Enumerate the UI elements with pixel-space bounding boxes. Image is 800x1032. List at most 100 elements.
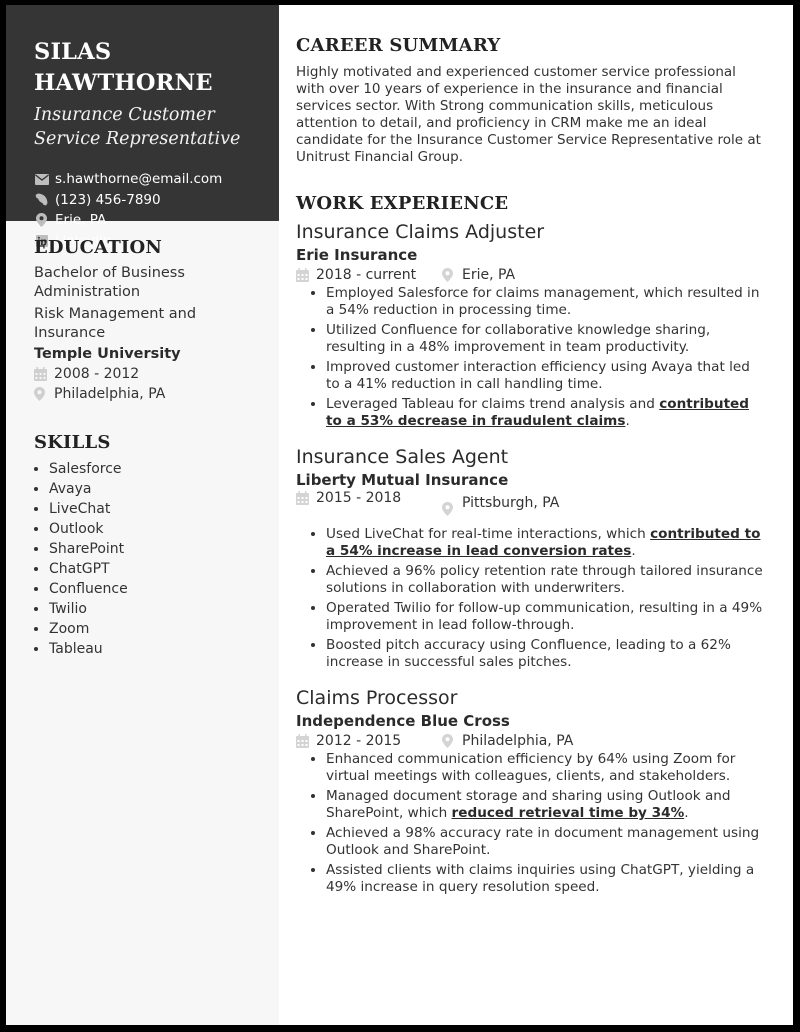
contact-email: s.hawthorne@email.com (34, 169, 259, 190)
job-meta: 2012 - 2015 Philadelphia, PA (296, 731, 765, 751)
title-line-1: Insurance Customer (34, 105, 215, 125)
job-bullet: Leveraged Tableau for claims trend analy… (326, 396, 765, 430)
map-pin-icon (34, 213, 49, 228)
envelope-icon (34, 172, 49, 186)
education-section: EDUCATION Bachelor of Business Administr… (34, 237, 259, 404)
bullet-highlight: reduced retrieval time by 34% (451, 805, 685, 821)
job-dates-text: 2015 - 2018 (316, 490, 402, 506)
job-dates-text: 2018 - current (316, 267, 417, 283)
job-bullet: Boosted pitch accuracy using Confluence,… (326, 637, 765, 671)
job-location: Erie, PA (442, 267, 515, 283)
skill-item: Salesforce (49, 459, 259, 479)
bullet-text-end: . (684, 805, 689, 821)
job-location-text: Pittsburgh, PA (462, 495, 560, 511)
education-dates: 2008 - 2012 (34, 364, 259, 384)
map-pin-icon (34, 387, 48, 401)
candidate-name: SILAS HAWTHORNE (34, 37, 259, 99)
job-bullet: Employed Salesforce for claims managemen… (326, 285, 765, 319)
title-line-2: Service Representative (34, 129, 241, 149)
job-bullet: Used LiveChat for real-time interactions… (326, 526, 765, 560)
jobs-list: Insurance Claims Adjuster Erie Insurance 2… (296, 220, 765, 896)
bullet-text: Utilized Confluence for collaborative kn… (326, 322, 711, 355)
job-entry: Claims Processor Independence Blue Cross 2… (296, 686, 765, 896)
bullet-text-end: . (625, 413, 630, 429)
contact-phone: (123) 456-7890 (34, 190, 259, 211)
job-dates: 2018 - current (296, 267, 442, 283)
education-major: Risk Management and Insurance (34, 306, 197, 341)
skill-item: Tableau (49, 639, 259, 659)
skills-heading: SKILLS (34, 432, 111, 453)
skill-item: SharePoint (49, 539, 259, 559)
job-meta: 2018 - current Erie, PA (296, 265, 765, 285)
job-meta: 2015 - 2018 Pittsburgh, PA (296, 490, 765, 526)
job-title: Insurance Sales Agent (296, 446, 509, 468)
bullet-text: Operated Twilio for follow-up communicat… (326, 600, 763, 633)
map-pin-icon (442, 268, 456, 282)
map-pin-icon (442, 502, 456, 516)
skills-list: SalesforceAvayaLiveChatOutlookSharePoint… (34, 459, 259, 659)
education-degree: Bachelor of Business Administration (34, 265, 185, 300)
calendar-icon (34, 367, 48, 381)
phone-icon (34, 193, 49, 207)
job-location: Pittsburgh, PA (442, 490, 559, 516)
education-dates-text: 2008 - 2012 (54, 366, 140, 382)
summary-text: Highly motivated and experienced custome… (296, 64, 761, 165)
work-heading: WORK EXPERIENCE (296, 193, 509, 214)
job-entry: Insurance Claims Adjuster Erie Insurance 2… (296, 220, 765, 430)
bullet-text: Used LiveChat for real-time interactions… (326, 526, 651, 542)
sidebar: SILAS HAWTHORNE Insurance Customer Servi… (6, 5, 279, 1025)
job-bullet: Enhanced communication efficiency by 64%… (326, 751, 765, 785)
skill-item: Twilio (49, 599, 259, 619)
job-bullet: Improved customer interaction efficiency… (326, 359, 765, 393)
bullet-text: Achieved a 98% accuracy rate in document… (326, 825, 760, 858)
job-bullet: Managed document storage and sharing usi… (326, 788, 765, 822)
bullet-text: Enhanced communication efficiency by 64%… (326, 751, 736, 784)
job-location-text: Philadelphia, PA (462, 733, 574, 749)
summary-section: CAREER SUMMARY Highly motivated and expe… (296, 35, 765, 166)
summary-heading: CAREER SUMMARY (296, 35, 501, 56)
skill-item: Zoom (49, 619, 259, 639)
company-name: Erie Insurance (296, 246, 418, 264)
email-text[interactable]: s.hawthorne@email.com (55, 171, 222, 187)
work-experience-section: WORK EXPERIENCE Insurance Claims Adjuste… (296, 193, 765, 896)
bullet-text: Employed Salesforce for claims managemen… (326, 285, 760, 318)
last-name: HAWTHORNE (34, 70, 213, 96)
education-location: Philadelphia, PA (34, 384, 259, 404)
company-name: Liberty Mutual Insurance (296, 471, 509, 489)
bullet-text-end: . (631, 543, 636, 559)
job-location-text: Erie, PA (462, 267, 516, 283)
calendar-icon (296, 491, 310, 505)
skill-item: ChatGPT (49, 559, 259, 579)
calendar-icon (296, 268, 310, 282)
bullet-text: Achieved a 96% policy retention rate thr… (326, 563, 763, 596)
education-heading: EDUCATION (34, 237, 163, 258)
job-dates: 2012 - 2015 (296, 733, 442, 749)
resume-header: SILAS HAWTHORNE Insurance Customer Servi… (6, 5, 279, 249)
company-name: Independence Blue Cross (296, 712, 510, 730)
skill-item: LiveChat (49, 499, 259, 519)
skills-section: SKILLS SalesforceAvayaLiveChatOutlookSha… (34, 432, 259, 659)
job-title: Claims Processor (296, 687, 458, 709)
sidebar-body: EDUCATION Bachelor of Business Administr… (6, 221, 279, 659)
job-dates-text: 2012 - 2015 (316, 733, 402, 749)
first-name: SILAS (34, 39, 112, 65)
job-title-headline: Insurance Customer Service Representativ… (34, 103, 259, 151)
bullet-text: Leveraged Tableau for claims trend analy… (326, 396, 660, 412)
skill-item: Avaya (49, 479, 259, 499)
phone-text[interactable]: (123) 456-7890 (55, 192, 161, 208)
map-pin-icon (442, 734, 456, 748)
job-bullet: Utilized Confluence for collaborative kn… (326, 322, 765, 356)
education-location-text: Philadelphia, PA (54, 386, 166, 402)
location-text: Erie, PA (55, 212, 107, 229)
skill-item: Outlook (49, 519, 259, 539)
resume-page: SILAS HAWTHORNE Insurance Customer Servi… (6, 5, 793, 1025)
job-location: Philadelphia, PA (442, 733, 573, 749)
bullet-text: Assisted clients with claims inquiries u… (326, 862, 755, 895)
job-dates: 2015 - 2018 (296, 490, 442, 506)
education-school: Temple University (34, 346, 181, 362)
job-title: Insurance Claims Adjuster (296, 221, 545, 243)
job-bullet: Assisted clients with claims inquiries u… (326, 862, 765, 896)
main-content: CAREER SUMMARY Highly motivated and expe… (279, 5, 793, 1025)
skill-item: Confluence (49, 579, 259, 599)
job-bullets: Enhanced communication efficiency by 64%… (296, 751, 765, 896)
